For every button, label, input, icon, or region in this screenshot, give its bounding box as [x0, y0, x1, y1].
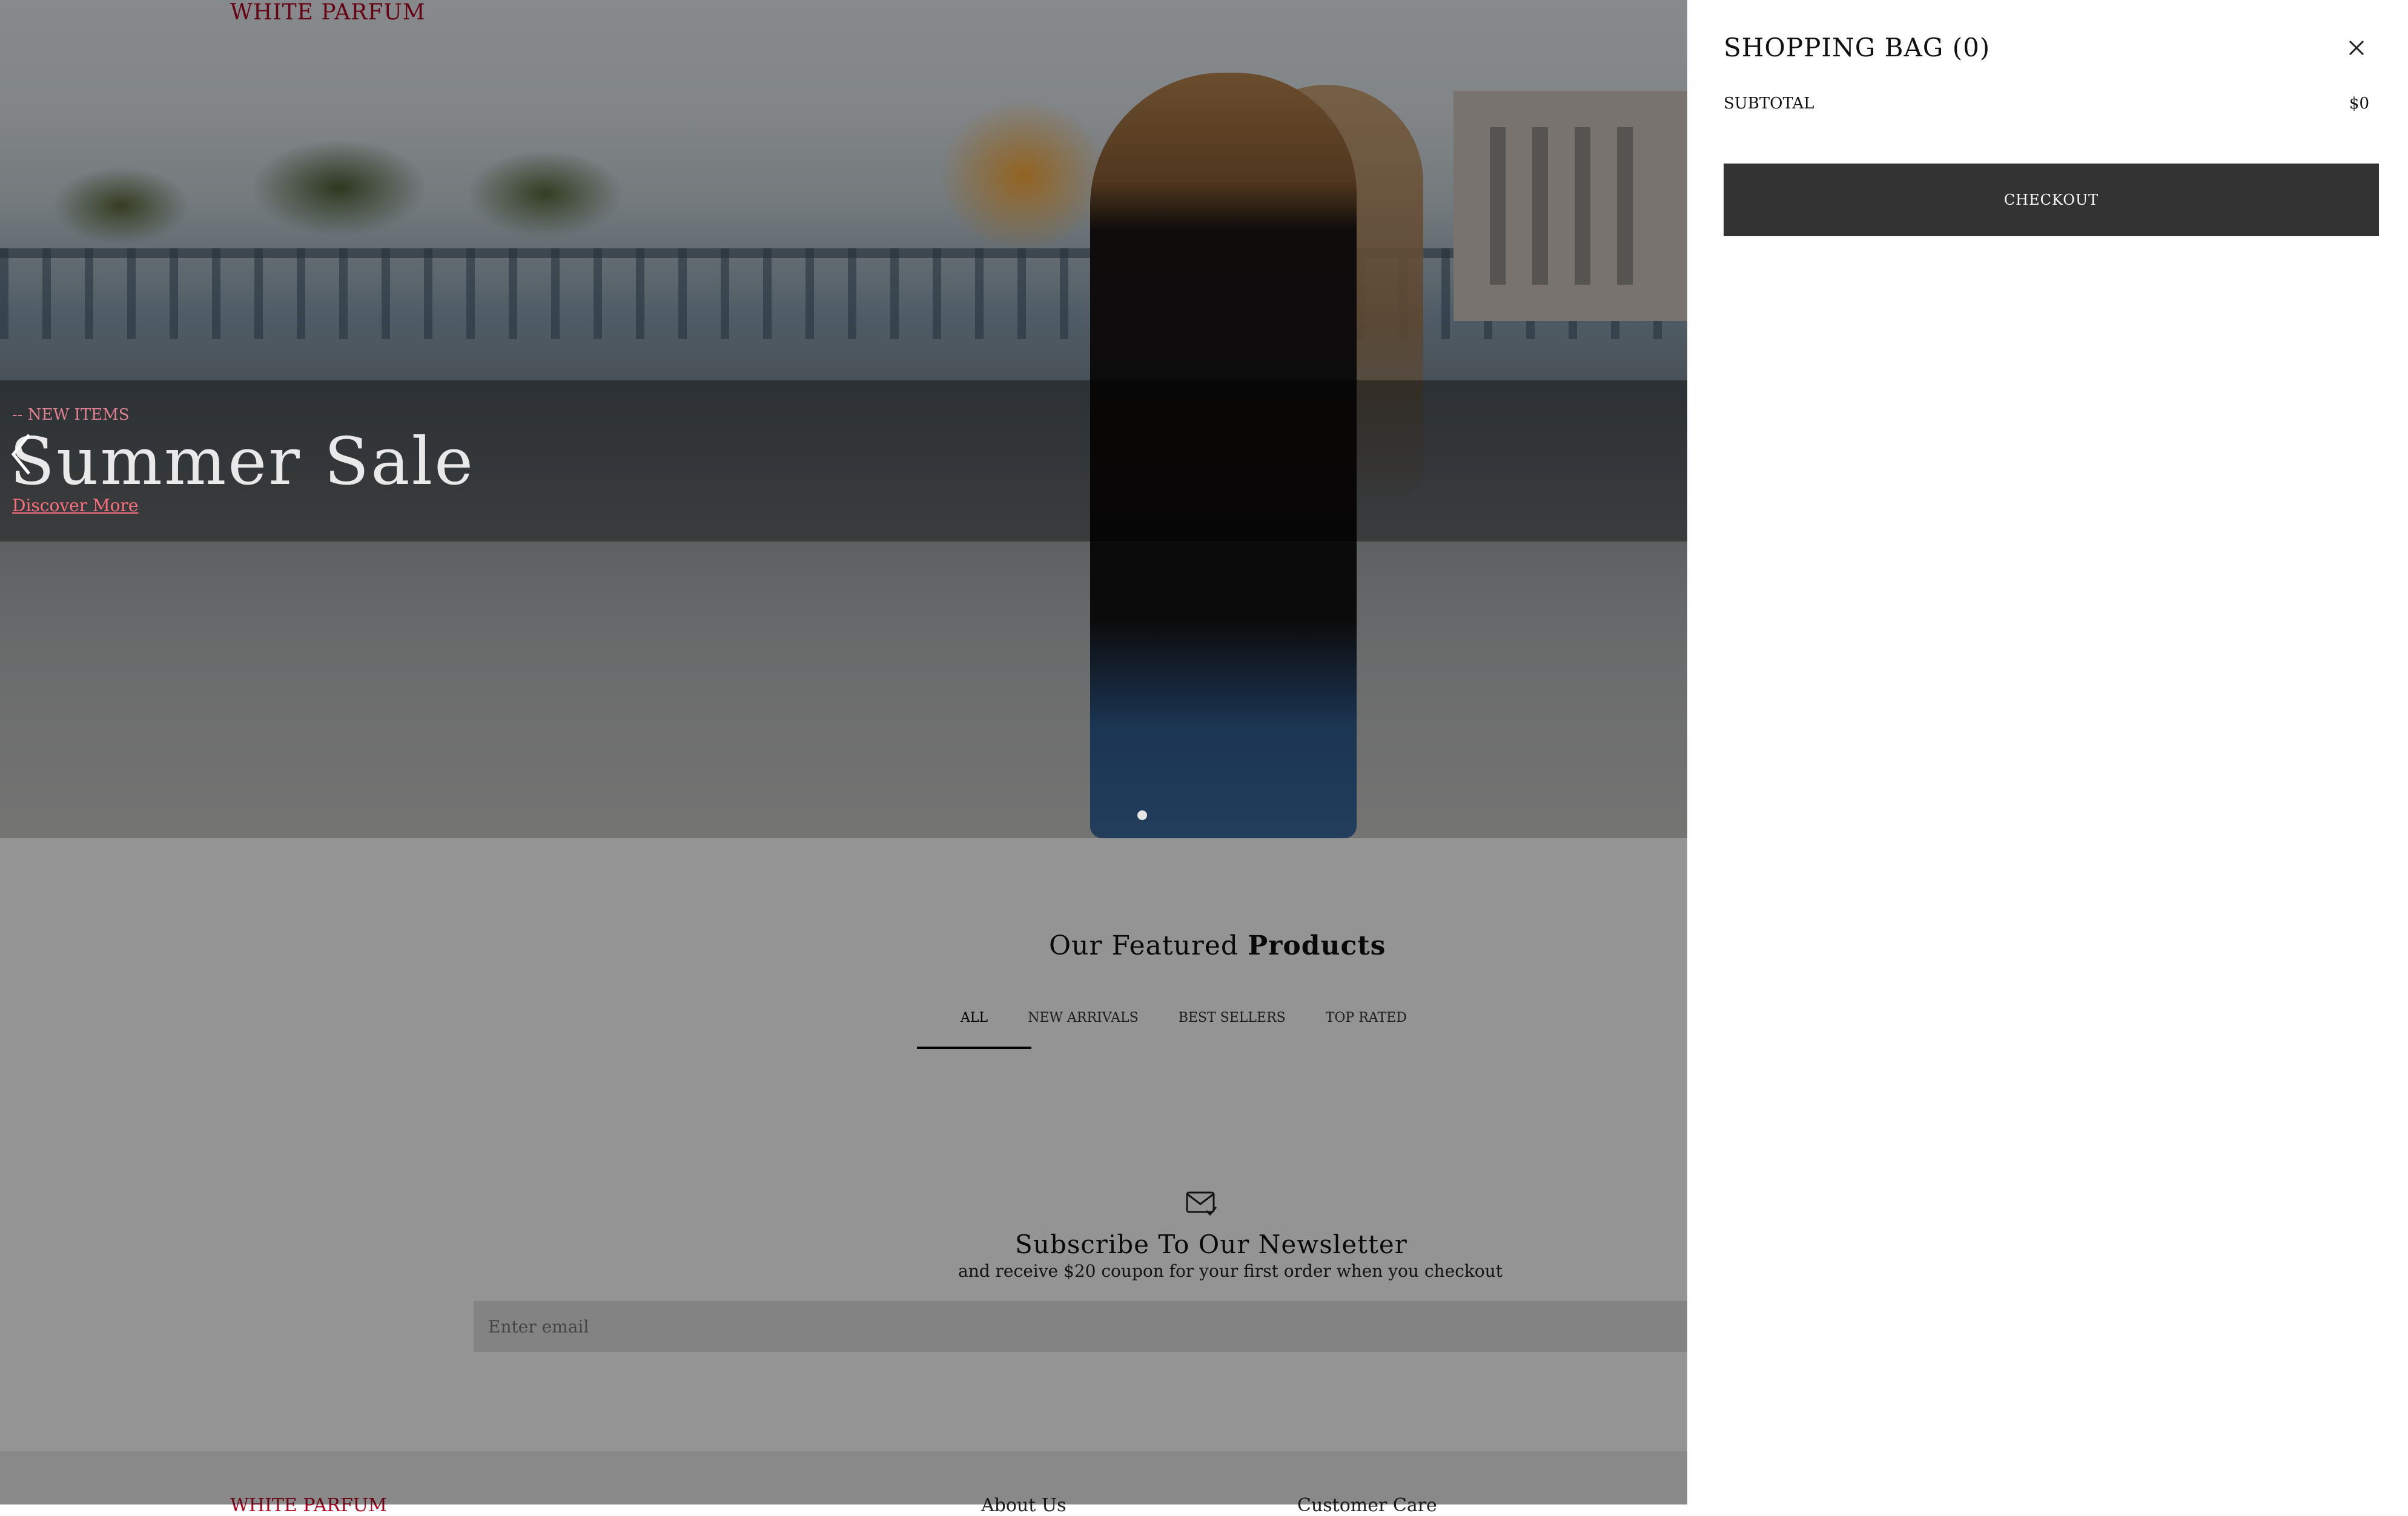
hero-title: Summer Sale [10, 424, 475, 500]
shopping-bag-title: SHOPPING BAG (0) [1724, 33, 1991, 62]
checkout-button[interactable]: CHECKOUT [1724, 164, 2379, 236]
slider-dot[interactable] [1137, 810, 1147, 820]
discover-more-link[interactable]: Discover More [12, 495, 138, 515]
chevron-left-icon[interactable] [7, 430, 36, 478]
hero-subtitle: -- NEW ITEMS [12, 406, 130, 424]
shopping-bag-drawer: SHOPPING BAG (0) SUBTOTAL $0 CHECKOUT [1687, 0, 2408, 1504]
page: WHITE PARFUM Our Featured Products ALL N… [0, 0, 2408, 1516]
close-icon[interactable] [2346, 38, 2367, 58]
subtotal-label: SUBTOTAL [1724, 94, 1814, 113]
subtotal-value: $0 [2349, 94, 2369, 113]
backdrop-overlay[interactable] [0, 0, 1687, 1504]
